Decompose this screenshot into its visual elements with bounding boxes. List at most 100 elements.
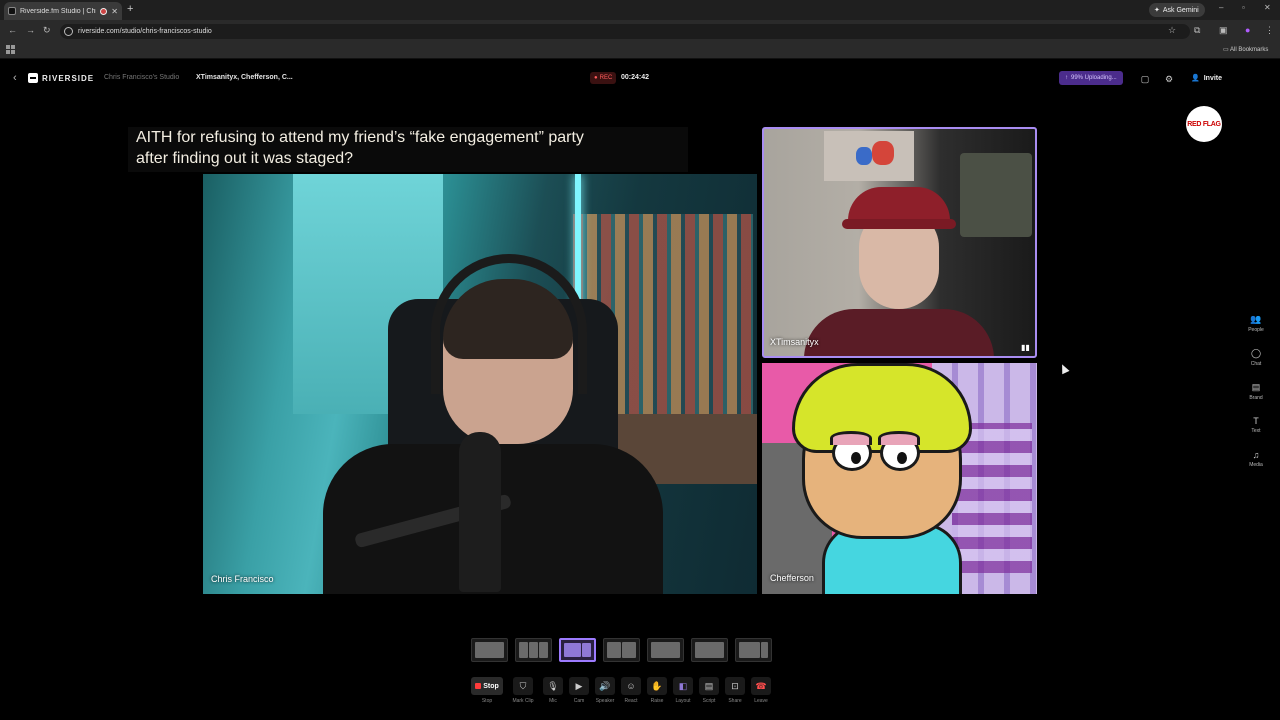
brand-name: RIVERSIDE: [42, 73, 95, 83]
mark-clip-label: Mark Clip: [512, 698, 534, 704]
stop-label: Stop: [483, 682, 499, 690]
rail-brand-label: Brand: [1249, 395, 1263, 401]
recording-indicator-icon: [100, 7, 108, 15]
red-flag-logo-overlay: RED FLAG: [1186, 106, 1222, 142]
stop-recording-button[interactable]: Stop Stop: [470, 677, 504, 704]
tile1-shirt: [804, 309, 994, 356]
rail-people[interactable]: 👥 People: [1240, 314, 1272, 333]
sidepanel-icon[interactable]: ▣: [1219, 25, 1228, 36]
profile-avatar[interactable]: ●: [1245, 25, 1250, 35]
rail-text[interactable]: T Text: [1240, 416, 1272, 434]
reload-icon[interactable]: ↻: [43, 25, 51, 36]
leave-label: Leave: [754, 698, 768, 704]
tile2-left-pupil: [851, 452, 861, 464]
raise-hand-button[interactable]: ✋ Raise: [646, 677, 668, 704]
script-button[interactable]: ▤ Script: [698, 677, 720, 704]
rec-label: REC: [599, 75, 613, 81]
speaker-icon: 🔊: [595, 677, 615, 695]
leave-button[interactable]: ☎ Leave: [750, 677, 772, 704]
invite-button[interactable]: 👤 Invite: [1185, 70, 1228, 86]
layout-option-three-columns[interactable]: [515, 638, 552, 662]
share-screen-icon: ⊡: [725, 677, 745, 695]
guest2-name: Chefferson: [770, 573, 814, 583]
feedback-icon[interactable]: ▢: [1137, 71, 1153, 87]
stop-button-face[interactable]: Stop: [471, 677, 503, 695]
layout-option-focus[interactable]: [691, 638, 728, 662]
speaker-button[interactable]: 🔊 Speaker: [594, 677, 616, 704]
new-tab-button[interactable]: +: [127, 3, 133, 15]
layout-option-single[interactable]: [471, 638, 508, 662]
url-field[interactable]: riverside.com/studio/chris-franciscos-st…: [60, 24, 1190, 39]
minimize-icon[interactable]: –: [1219, 3, 1223, 12]
layout-option-sidebar[interactable]: [735, 638, 772, 662]
mic-button[interactable]: 🎙 Mic: [542, 677, 564, 704]
rail-chat[interactable]: ◯ Chat: [1240, 348, 1272, 367]
guest-video-tile-2[interactable]: Chefferson: [762, 363, 1037, 594]
layout-label: Layout: [675, 698, 691, 704]
main-speaker-name: Chris Francisco: [211, 574, 274, 584]
browser-menu-icon[interactable]: ⋮: [1265, 25, 1274, 36]
forward-icon[interactable]: →: [26, 25, 35, 35]
rec-badge: ● REC: [590, 72, 617, 84]
topic-caption-overlay: AITH for refusing to attend my friend’s …: [128, 127, 688, 172]
rail-media-label: Media: [1249, 462, 1263, 468]
ask-gemini-label: Ask Gemini: [1162, 6, 1199, 14]
rail-media[interactable]: ♫ Media: [1240, 450, 1272, 468]
guest1-name: XTimsanityx: [770, 337, 819, 347]
tile1-gamer-poster: [960, 153, 1032, 237]
bookmarks-bar: ▭ All Bookmarks: [0, 42, 1280, 59]
browser-tab[interactable]: Riverside.fm Studio | Chris ✕: [4, 2, 122, 20]
address-bar-row: ← → ↻ riverside.com/studio/chris-francis…: [0, 20, 1280, 42]
rail-brand[interactable]: ▤ Brand: [1240, 382, 1272, 401]
all-bookmarks-button[interactable]: ▭ All Bookmarks: [1223, 46, 1268, 53]
share-label: Share: [728, 698, 742, 704]
script-label: Script: [702, 698, 716, 704]
layout-picker: [471, 638, 772, 662]
site-info-icon[interactable]: [64, 27, 73, 36]
close-tab-icon[interactable]: ✕: [111, 7, 118, 16]
tile1-handprint-red: [872, 141, 894, 165]
guests-list: XTimsanityx, Chefferson, C...: [196, 74, 293, 81]
layout-option-split[interactable]: [603, 638, 640, 662]
layout-icon: ◧: [673, 677, 693, 695]
guest-video-tile-1[interactable]: XTimsanityx ▮▮: [762, 127, 1037, 358]
riverside-favicon-icon: [8, 7, 16, 15]
tile2-right-lid: [878, 431, 920, 445]
audio-level-icon: ▮▮: [1021, 343, 1030, 352]
gemini-icon: ✦: [1154, 7, 1160, 14]
back-chevron-icon[interactable]: ‹: [13, 72, 17, 84]
layout-button[interactable]: ◧ Layout: [672, 677, 694, 704]
camera-icon: ▶: [569, 677, 589, 695]
caption-line-2: after finding out it was staged?: [136, 150, 354, 167]
share-button[interactable]: ⊡ Share: [724, 677, 746, 704]
upload-status-badge[interactable]: ↑ 99% Uploading...: [1059, 71, 1123, 85]
add-person-icon: 👤: [1191, 75, 1200, 82]
layout-option-one-plus-two[interactable]: [559, 638, 596, 662]
mark-clip-button[interactable]: ⛉ Mark Clip: [508, 677, 538, 704]
raise-hand-icon: ✋: [647, 677, 667, 695]
back-icon[interactable]: ←: [8, 25, 17, 35]
mark-clip-icon: ⛉: [513, 677, 533, 695]
settings-gear-icon[interactable]: ⚙: [1161, 71, 1177, 87]
apps-grid-icon[interactable]: [6, 45, 15, 54]
bookmark-star-icon[interactable]: ☆: [1168, 25, 1176, 36]
upload-arrow-icon: ↑: [1065, 75, 1068, 81]
react-button[interactable]: ☺ React: [620, 677, 642, 704]
close-window-icon[interactable]: ✕: [1264, 3, 1271, 12]
rail-chat-label: Chat: [1250, 361, 1262, 367]
extensions-icon[interactable]: ⧉: [1194, 25, 1200, 36]
maximize-icon[interactable]: ▫: [1242, 3, 1245, 12]
react-emoji-icon: ☺: [621, 677, 641, 695]
riverside-logo-icon: [28, 73, 38, 83]
ask-gemini-button[interactable]: ✦ Ask Gemini: [1149, 3, 1205, 17]
mic-icon: 🎙: [543, 677, 563, 695]
video-headphones: [431, 254, 587, 394]
cam-button[interactable]: ▶ Cam: [568, 677, 590, 704]
studio-page: ‹ RIVERSIDE Chris Francisco's Studio XTi…: [0, 59, 1280, 720]
layout-option-pip[interactable]: [647, 638, 684, 662]
mouse-cursor-icon: [1058, 362, 1070, 375]
chat-icon: ◯: [1250, 348, 1262, 358]
browser-tab-bar: Riverside.fm Studio | Chris ✕ + ✦ Ask Ge…: [0, 0, 1280, 20]
tile2-right-pupil: [897, 452, 907, 464]
all-bookmarks-label: All Bookmarks: [1230, 47, 1269, 53]
